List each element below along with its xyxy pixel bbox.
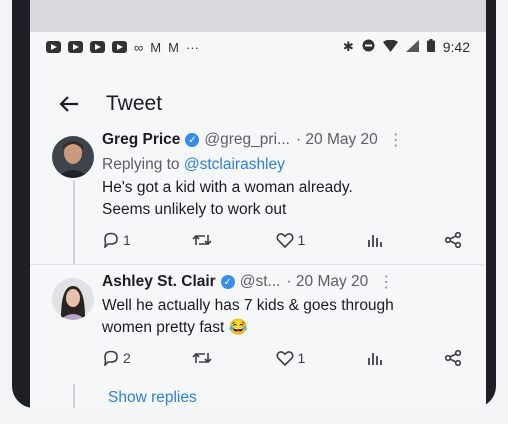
youtube-icon — [46, 41, 61, 53]
author-handle[interactable]: @greg_pri... — [204, 131, 290, 149]
heart-icon — [276, 351, 295, 366]
tweet-header: Ashley St. Clair ✓ @st... · 20 May 20 ⋮ — [102, 272, 472, 292]
tweet-date[interactable]: · 20 May 20 — [286, 273, 368, 291]
youtube-icon — [68, 41, 83, 53]
verified-badge-icon: ✓ — [185, 133, 200, 147]
gmail-icon: M — [150, 39, 162, 55]
verified-badge-icon: ✓ — [220, 275, 235, 289]
tweet-text-line: Seems unlikely to work out — [102, 201, 287, 218]
clock: 9:42 — [442, 39, 470, 55]
like-count: 1 — [297, 350, 306, 366]
notification-icons: ∞ M M ··· — [46, 40, 199, 55]
retweet-button[interactable] — [192, 350, 215, 366]
gmail-icon: M — [168, 39, 179, 55]
show-replies-link[interactable]: Show replies — [108, 389, 197, 407]
like-count: 1 — [297, 232, 306, 248]
share-icon — [444, 232, 462, 248]
youtube-icon — [90, 41, 105, 53]
thread-connector — [73, 384, 75, 408]
retweet-icon — [192, 234, 212, 246]
author-name[interactable]: Ashley St. Clair — [102, 273, 216, 291]
thread-connector — [73, 180, 75, 264]
divider — [30, 264, 486, 265]
avatar[interactable] — [52, 136, 94, 178]
retweet-button[interactable] — [192, 232, 215, 248]
reply-button[interactable]: 2 — [102, 350, 131, 366]
avatar[interactable] — [52, 278, 94, 320]
tweet-date[interactable]: · 20 May 20 — [296, 131, 378, 149]
tweet-actions: 2 1 — [102, 350, 462, 366]
more-dots-icon: ··· — [185, 39, 199, 55]
tweet-actions: 1 1 — [102, 232, 462, 248]
share-icon — [444, 350, 462, 366]
share-button[interactable] — [444, 350, 462, 366]
tweet-text-line: women pretty fast 😂 — [102, 319, 248, 336]
reply-icon — [104, 350, 118, 366]
arrow-left-icon — [59, 96, 78, 112]
phone-bezel: ∞ M M ··· ✱ 9:42 Tweet Greg Price ✓ @gre… — [12, 0, 496, 408]
page-title: Tweet — [106, 92, 163, 115]
more-options-icon[interactable]: ⋮ — [388, 130, 404, 150]
tweet-text-line: He's got a kid with a woman already. — [102, 179, 353, 196]
more-options-icon[interactable]: ⋮ — [378, 272, 394, 292]
system-icons: ✱ 9:42 — [343, 39, 470, 55]
bluetooth-icon: ✱ — [342, 39, 354, 54]
tweet-text: Well he actually has 7 kids & goes throu… — [102, 295, 472, 339]
analytics-button[interactable] — [367, 350, 383, 366]
reply-button[interactable]: 1 — [102, 232, 131, 248]
analytics-icon — [367, 235, 382, 247]
back-button[interactable] — [54, 89, 84, 119]
replying-to: Replying to @stclairashley — [102, 156, 472, 174]
like-button[interactable]: 1 — [276, 232, 305, 248]
photo-frame: ∞ M M ··· ✱ 9:42 Tweet Greg Price ✓ @gre… — [0, 0, 508, 424]
status-bar: ∞ M M ··· ✱ 9:42 — [30, 32, 486, 62]
top-strip — [30, 0, 486, 32]
tweet-content: Ashley St. Clair ✓ @st... · 20 May 20 ⋮ … — [102, 272, 472, 339]
reply-count: 1 — [123, 232, 131, 248]
app-header: Tweet — [30, 84, 486, 124]
youtube-icon — [112, 41, 127, 53]
tweet-text: He's got a kid with a woman already. See… — [102, 177, 472, 221]
wifi-icon — [382, 39, 398, 55]
reply-icon — [104, 232, 118, 248]
reply-count: 2 — [123, 350, 131, 366]
tweet-text-line: Well he actually has 7 kids & goes throu… — [102, 297, 394, 314]
heart-icon — [276, 233, 295, 248]
tweet[interactable]: Greg Price ✓ @greg_pri... · 20 May 20 ⋮ … — [30, 124, 486, 264]
voicemail-icon: ∞ — [134, 39, 144, 55]
replying-prefix: Replying to — [102, 156, 184, 173]
battery-icon — [426, 39, 435, 55]
tweet[interactable]: Ashley St. Clair ✓ @st... · 20 May 20 ⋮ … — [30, 266, 486, 386]
retweet-icon — [192, 352, 212, 364]
tweet-content: Greg Price ✓ @greg_pri... · 20 May 20 ⋮ … — [102, 130, 472, 221]
signal-icon — [405, 39, 419, 55]
replying-handle-link[interactable]: @stclairashley — [184, 156, 285, 173]
author-name[interactable]: Greg Price — [102, 131, 180, 149]
dnd-icon — [362, 39, 375, 55]
tweet-header: Greg Price ✓ @greg_pri... · 20 May 20 ⋮ — [102, 130, 472, 150]
phone-screen: ∞ M M ··· ✱ 9:42 Tweet Greg Price ✓ @gre… — [30, 0, 486, 408]
analytics-button[interactable] — [367, 232, 383, 248]
analytics-icon — [367, 353, 382, 365]
like-button[interactable]: 1 — [276, 350, 305, 366]
share-button[interactable] — [444, 232, 462, 248]
author-handle[interactable]: @st... — [240, 273, 281, 291]
